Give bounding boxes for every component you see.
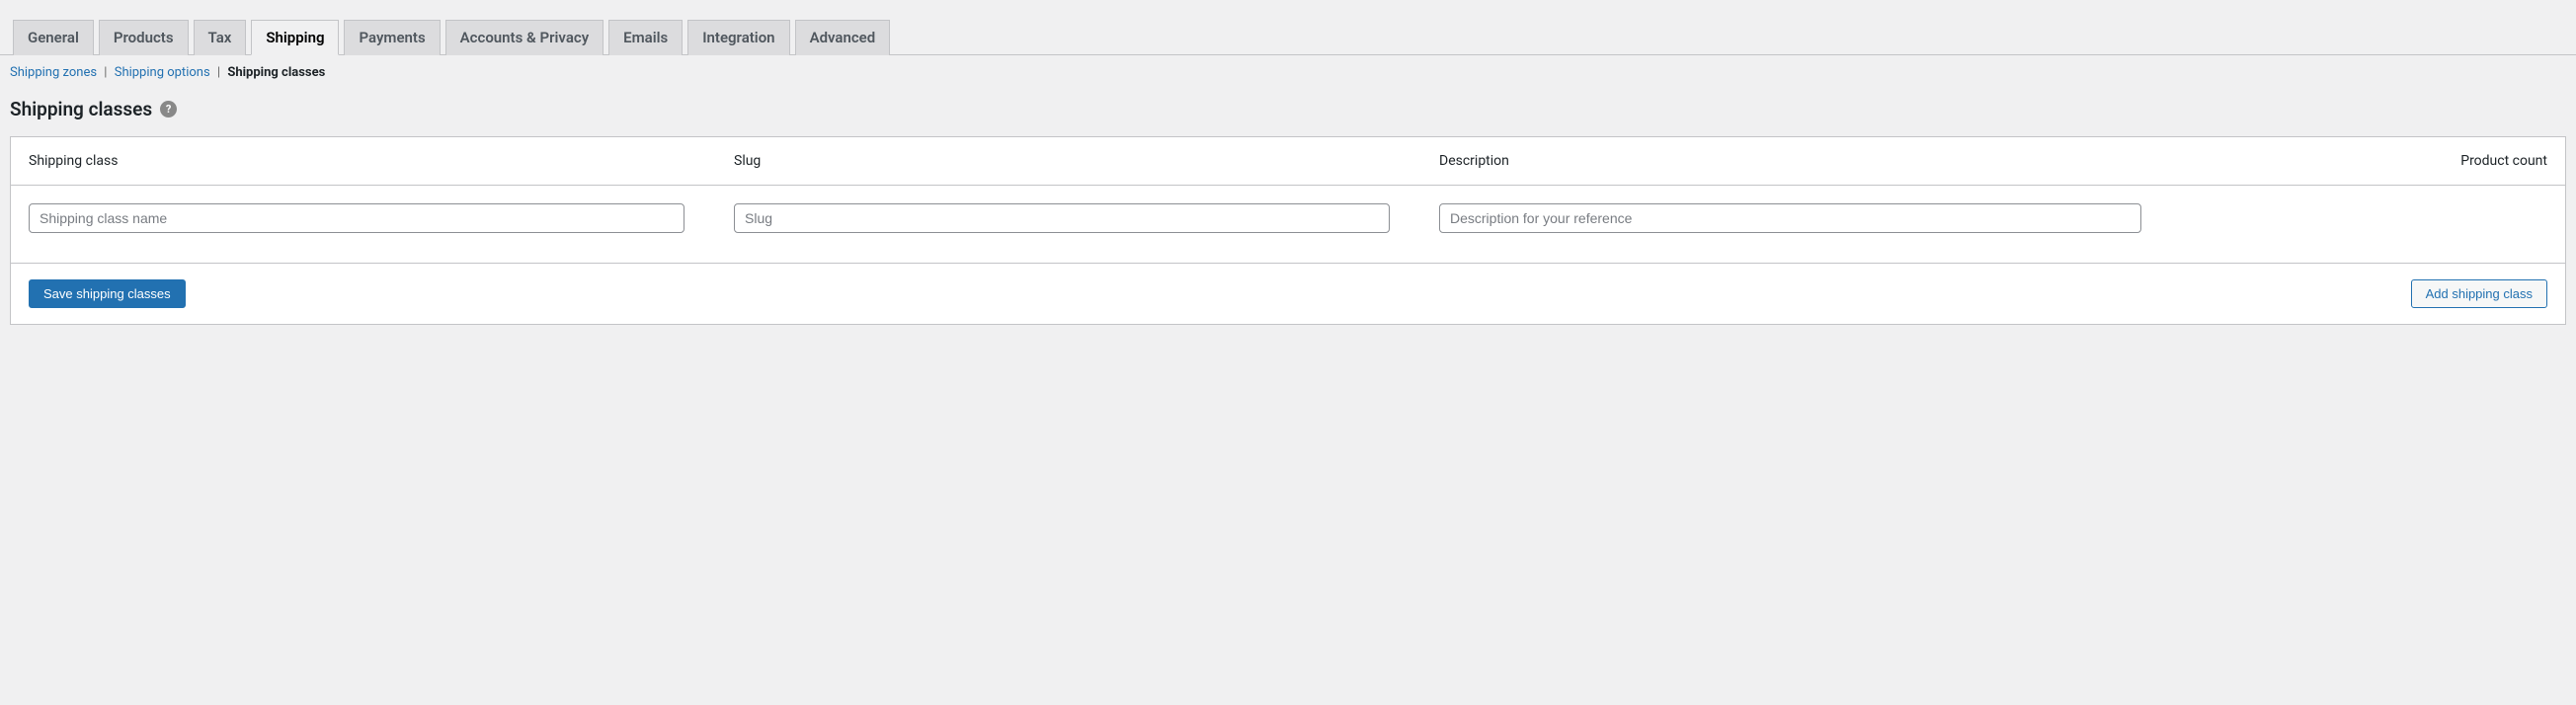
- page-title: Shipping classes: [10, 98, 152, 120]
- add-shipping-class-button[interactable]: Add shipping class: [2411, 279, 2547, 308]
- subnav-shipping-classes: Shipping classes: [227, 65, 325, 80]
- col-header-count: Product count: [2195, 153, 2547, 169]
- tab-tax[interactable]: Tax: [194, 20, 247, 55]
- shipping-classes-table: Shipping class Slug Description Product …: [10, 136, 2566, 325]
- subnav-separator: |: [104, 65, 107, 80]
- help-icon[interactable]: ?: [160, 101, 177, 118]
- table-row: [11, 186, 2565, 264]
- subnav-shipping-options[interactable]: Shipping options: [115, 65, 210, 80]
- tab-advanced[interactable]: Advanced: [795, 20, 891, 55]
- shipping-class-description-input[interactable]: [1439, 203, 2141, 233]
- shipping-class-slug-input[interactable]: [734, 203, 1390, 233]
- tab-products[interactable]: Products: [99, 20, 189, 55]
- subnav-shipping-zones[interactable]: Shipping zones: [10, 65, 97, 80]
- subnav-separator: |: [217, 65, 220, 80]
- tab-general[interactable]: General: [13, 20, 94, 55]
- tab-emails[interactable]: Emails: [608, 20, 683, 55]
- table-header: Shipping class Slug Description Product …: [11, 137, 2565, 186]
- settings-tabs: General Products Tax Shipping Payments A…: [0, 0, 2576, 55]
- table-footer: Save shipping classes Add shipping class: [11, 264, 2565, 324]
- col-header-description: Description: [1439, 153, 2195, 169]
- page-title-row: Shipping classes ?: [0, 80, 2576, 130]
- col-header-class: Shipping class: [29, 153, 734, 169]
- tab-payments[interactable]: Payments: [344, 20, 440, 55]
- save-shipping-classes-button[interactable]: Save shipping classes: [29, 279, 186, 308]
- tab-accounts-privacy[interactable]: Accounts & Privacy: [445, 20, 604, 55]
- shipping-subnav: Shipping zones | Shipping options | Ship…: [0, 55, 2576, 80]
- col-header-slug: Slug: [734, 153, 1439, 169]
- shipping-class-name-input[interactable]: [29, 203, 684, 233]
- tab-integration[interactable]: Integration: [687, 20, 789, 55]
- tab-shipping[interactable]: Shipping: [251, 20, 339, 55]
